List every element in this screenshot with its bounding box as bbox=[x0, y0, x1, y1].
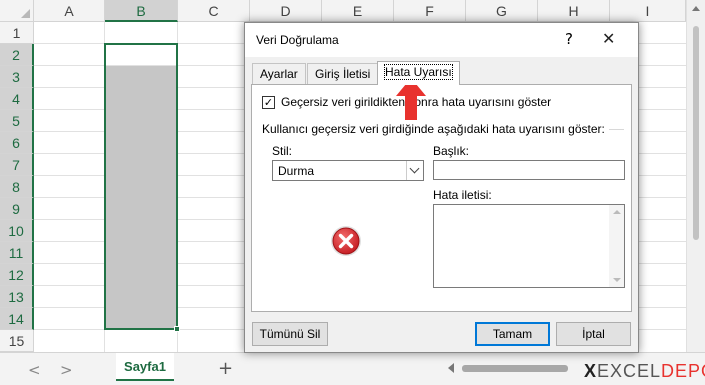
next-sheet-icon[interactable]: > bbox=[60, 361, 73, 379]
style-label: Stil: bbox=[272, 144, 293, 158]
tab-error-alert[interactable]: Hata Uyarısı bbox=[377, 61, 460, 85]
error-message-label: Hata iletisi: bbox=[433, 188, 492, 202]
close-icon[interactable]: ✕ bbox=[602, 29, 615, 48]
row-header-selected[interactable]: 4 bbox=[0, 88, 34, 110]
row-header-selected[interactable]: 3 bbox=[0, 66, 34, 88]
fill-handle[interactable] bbox=[174, 326, 180, 332]
dialog-title: Veri Doğrulama bbox=[256, 33, 339, 47]
group-label: Kullanıcı geçersiz veri girdiğinde aşağı… bbox=[262, 122, 609, 136]
horizontal-scrollbar[interactable] bbox=[448, 361, 568, 375]
style-dropdown-value: Durma bbox=[278, 164, 315, 178]
row-header-selected[interactable]: 11 bbox=[0, 242, 34, 264]
column-header[interactable]: I bbox=[610, 0, 686, 22]
prev-sheet-icon[interactable]: < bbox=[28, 361, 41, 379]
scroll-down-icon[interactable] bbox=[613, 278, 621, 282]
tab-input-message[interactable]: Giriş İletisi bbox=[307, 63, 379, 84]
ok-button[interactable]: Tamam bbox=[475, 322, 550, 346]
scroll-up-icon[interactable] bbox=[613, 210, 621, 214]
help-icon[interactable]: ? bbox=[565, 30, 573, 48]
data-validation-dialog: Veri Doğrulama ? ✕ Ayarlar Giriş İletisi… bbox=[244, 22, 639, 353]
tab-settings[interactable]: Ayarlar bbox=[252, 63, 306, 84]
column-header[interactable]: E bbox=[322, 0, 394, 22]
stop-error-icon bbox=[331, 226, 361, 256]
row-header-selected[interactable]: 8 bbox=[0, 176, 34, 198]
row-header-selected[interactable]: 14 bbox=[0, 308, 34, 330]
scrollbar-thumb[interactable] bbox=[693, 26, 699, 240]
dialog-body: Ayarlar Giriş İletisi Hata Uyarısı ✓ Geç… bbox=[245, 57, 638, 352]
vertical-scrollbar[interactable] bbox=[686, 0, 705, 352]
add-sheet-icon[interactable]: + bbox=[218, 358, 233, 379]
select-all-corner[interactable] bbox=[0, 0, 34, 22]
column-header[interactable]: A bbox=[34, 0, 105, 22]
row-header-selected[interactable]: 7 bbox=[0, 154, 34, 176]
row-header[interactable]: 1 bbox=[0, 22, 34, 44]
cancel-button[interactable]: İptal bbox=[556, 322, 631, 346]
style-dropdown[interactable]: Durma bbox=[272, 160, 424, 181]
tab-panel-error-alert: ✓ Geçersiz veri girildikten sonra hata u… bbox=[251, 84, 632, 312]
title-input[interactable] bbox=[433, 160, 625, 180]
row-header-selected[interactable]: 13 bbox=[0, 286, 34, 308]
column-header[interactable]: F bbox=[394, 0, 466, 22]
column-header[interactable]: G bbox=[466, 0, 538, 22]
sheet-tab-sayfa1[interactable]: Sayfa1 bbox=[116, 353, 174, 381]
chevron-down-icon[interactable] bbox=[406, 161, 423, 180]
row-header[interactable]: 15 bbox=[0, 330, 34, 352]
clear-all-button[interactable]: Tümünü Sil bbox=[252, 322, 328, 346]
column-header-selected[interactable]: B bbox=[105, 0, 178, 22]
column-header[interactable]: C bbox=[178, 0, 250, 22]
row-header-selected[interactable]: 6 bbox=[0, 132, 34, 154]
textarea-scrollbar[interactable] bbox=[609, 205, 624, 287]
error-message-textarea[interactable] bbox=[433, 204, 625, 288]
column-header[interactable]: H bbox=[538, 0, 610, 22]
scroll-up-icon[interactable] bbox=[692, 6, 700, 11]
row-header-selected[interactable]: 9 bbox=[0, 198, 34, 220]
scrollbar-thumb[interactable] bbox=[462, 365, 568, 372]
title-label: Başlık: bbox=[433, 144, 470, 158]
selected-range-border bbox=[104, 43, 178, 330]
show-alert-checkbox[interactable]: ✓ bbox=[262, 96, 275, 109]
scroll-left-icon[interactable] bbox=[448, 363, 454, 373]
row-header-selected[interactable]: 5 bbox=[0, 110, 34, 132]
exceldepo-logo: XEXCELDEPO bbox=[584, 361, 705, 381]
row-header-selected[interactable]: 2 bbox=[0, 44, 34, 66]
row-header-selected[interactable]: 10 bbox=[0, 220, 34, 242]
row-header-selected[interactable]: 12 bbox=[0, 264, 34, 286]
column-header[interactable]: D bbox=[250, 0, 322, 22]
